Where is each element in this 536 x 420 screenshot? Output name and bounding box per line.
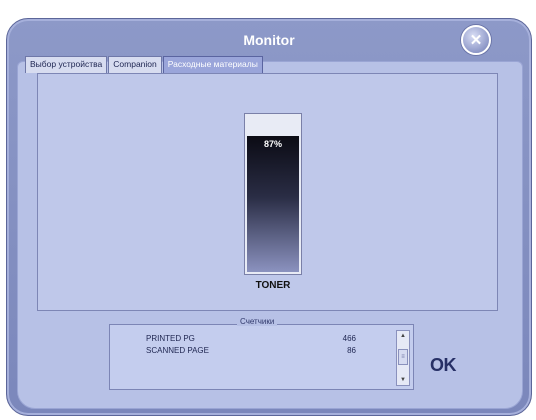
ok-button[interactable]: OK [430,355,457,376]
close-icon[interactable]: ✕ [461,25,491,55]
scroll-down-arrow-icon[interactable]: ▼ [397,377,409,383]
tab-companion[interactable]: Companion [108,56,162,73]
scroll-thumb[interactable]: ≡ [398,349,408,365]
toner-fill [247,136,299,272]
counter-value: 466 [342,334,356,343]
window-title: Monitor [243,32,295,48]
tab-consumables[interactable]: Расходные материалы [162,56,263,73]
counter-row-scanned: SCANNED PAGE 86 [146,346,356,355]
toner-percent: 87% [263,139,282,149]
toner-gauge [244,113,302,275]
counter-row-printed: PRINTED PG 466 [146,334,356,343]
toner-label: TONER [255,280,291,291]
counter-value: 86 [347,346,356,355]
tab-device-selection[interactable]: Выбор устройства [25,56,108,73]
scroll-up-arrow-icon[interactable]: ▲ [397,333,409,339]
tab-bar: Выбор устройства Companion Расходные мат… [25,56,264,73]
counters-scrollbar[interactable]: ▲ ≡ ▼ [396,330,410,386]
counter-name: SCANNED PAGE [146,346,209,355]
counter-name: PRINTED PG [146,334,195,343]
counters-legend: Счетчики [237,317,278,326]
